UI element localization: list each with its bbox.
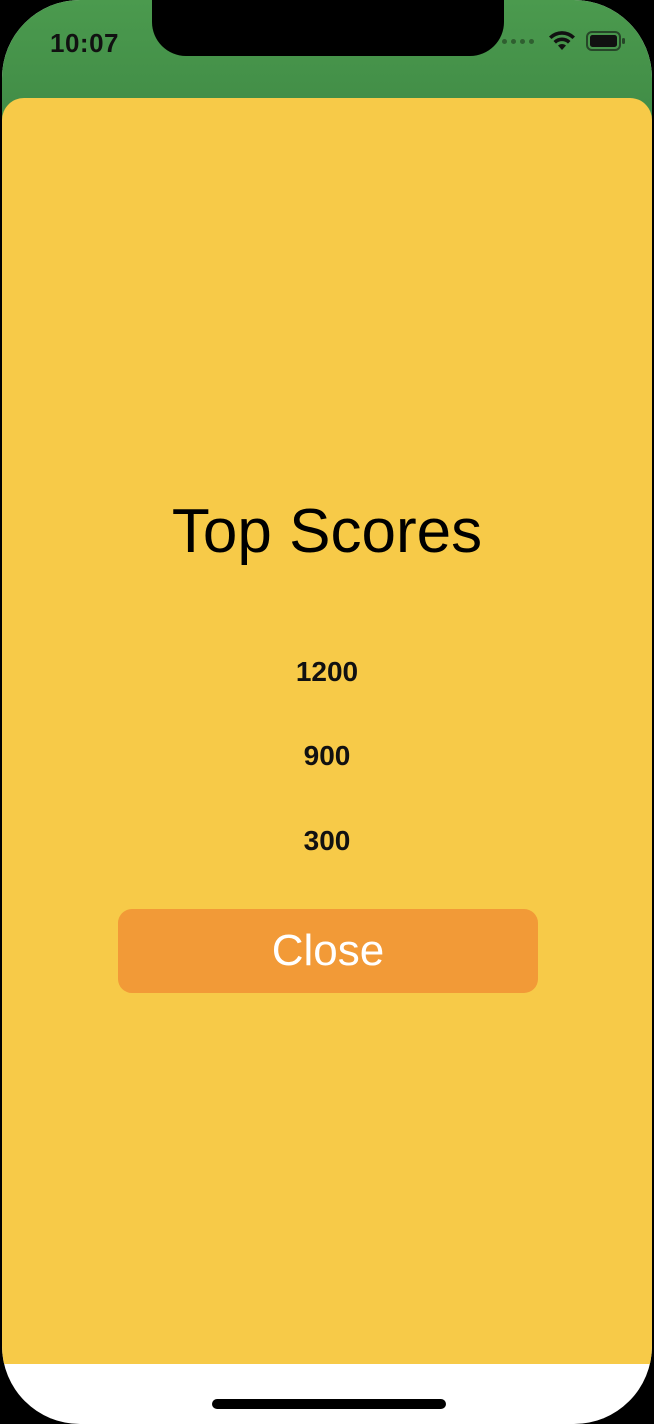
score-item: 1200 bbox=[295, 656, 359, 687]
wifi-icon bbox=[549, 31, 575, 50]
close-button[interactable]: Close bbox=[118, 909, 538, 993]
top-scores-sheet: Top Scores 1200 900 300 Close bbox=[2, 98, 652, 1364]
cellular-signal-icon bbox=[502, 38, 534, 44]
status-time: 10:07 bbox=[50, 28, 119, 58]
page-title: Top Scores bbox=[171, 497, 483, 566]
phone-screen: 10:07 Top Scores 1200 900 300 Close bbox=[2, 0, 652, 1424]
score-item: 900 bbox=[303, 740, 351, 771]
battery-icon bbox=[586, 31, 625, 51]
device-notch bbox=[152, 0, 504, 56]
home-indicator[interactable] bbox=[212, 1399, 446, 1409]
score-item: 300 bbox=[303, 825, 351, 856]
status-icons bbox=[502, 30, 626, 52]
